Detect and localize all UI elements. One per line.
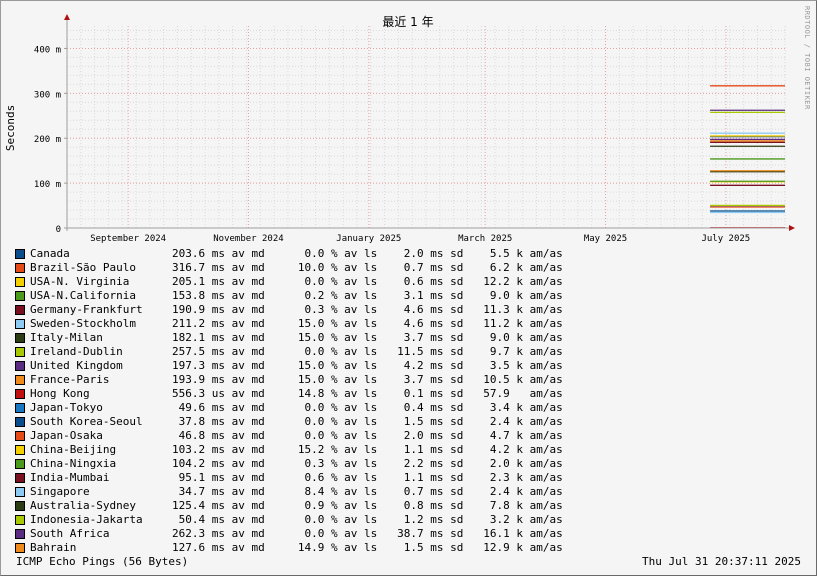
legend-series-stats: 257.5 ms av md 0.0 % av ls 11.5 ms sd 9.… bbox=[172, 345, 563, 358]
legend-series-name: Indonesia-Jakarta bbox=[30, 513, 143, 526]
y-tick-label: 0 bbox=[56, 225, 61, 235]
legend-series-name: Sweden-Stockholm bbox=[30, 317, 136, 330]
legend-series-name: Hong Kong bbox=[30, 387, 90, 400]
legend-series-name: Japan-Tokyo bbox=[30, 401, 103, 414]
legend-swatch bbox=[15, 431, 25, 441]
legend-series-name: Singapore bbox=[30, 485, 90, 498]
y-tick-label: 300 m bbox=[34, 90, 61, 100]
footer-timestamp: Thu Jul 31 20:37:11 2025 bbox=[642, 555, 801, 568]
legend-series-stats: 125.4 ms av md 0.9 % av ls 0.8 ms sd 7.8… bbox=[172, 499, 563, 512]
x-axis-arrow bbox=[789, 225, 795, 231]
y-axis-ticks: 0 100 m 200 m 300 m 400 m bbox=[34, 45, 67, 235]
legend-series-name: Australia-Sydney bbox=[30, 499, 136, 512]
x-axis-ticks: September 2024 November 2024 January 2025 M… bbox=[90, 234, 750, 244]
legend-series-name: Italy-Milan bbox=[30, 331, 103, 344]
legend-series-name: USA-N. Virginia bbox=[30, 275, 130, 288]
legend-series-name: United Kingdom bbox=[30, 359, 123, 372]
legend-swatch bbox=[15, 305, 25, 315]
legend-swatch bbox=[15, 249, 25, 259]
legend-series-name: South Africa bbox=[30, 527, 110, 540]
grid-major bbox=[67, 26, 787, 228]
x-tick-label: March 2025 bbox=[458, 234, 512, 244]
legend-swatch bbox=[15, 403, 25, 413]
legend-series-stats: 153.8 ms av md 0.2 % av ls 3.1 ms sd 9.0… bbox=[172, 289, 563, 302]
legend-series-stats: 127.6 ms av md 14.9 % av ls 1.5 ms sd 12… bbox=[172, 541, 563, 554]
footer-description: ICMP Echo Pings (56 Bytes) bbox=[16, 555, 189, 568]
legend-series-name: France-Paris bbox=[30, 373, 110, 386]
legend-series-stats: 46.8 ms av md 0.0 % av ls 2.0 ms sd 4.7 … bbox=[172, 429, 563, 442]
legend-series-name: USA-N.California bbox=[30, 289, 136, 302]
legend-swatch bbox=[15, 459, 25, 469]
legend-series-stats: 193.9 ms av md 15.0 % av ls 3.7 ms sd 10… bbox=[172, 373, 563, 386]
legend-series-stats: 37.8 ms av md 0.0 % av ls 1.5 ms sd 2.4 … bbox=[172, 415, 563, 428]
series-lines bbox=[710, 85, 785, 229]
legend-series-name: Bahrain bbox=[30, 541, 77, 554]
legend-swatch bbox=[15, 333, 25, 343]
legend-swatch bbox=[15, 543, 25, 553]
legend-series-stats: 203.6 ms av md 0.0 % av ls 2.0 ms sd 5.5… bbox=[172, 247, 563, 260]
legend-series-stats: 182.1 ms av md 15.0 % av ls 3.7 ms sd 9.… bbox=[172, 331, 563, 344]
legend-swatch bbox=[15, 487, 25, 497]
legend-series-stats: 211.2 ms av md 15.0 % av ls 4.6 ms sd 11… bbox=[172, 317, 563, 330]
legend-series-stats: 49.6 ms av md 0.0 % av ls 0.4 ms sd 3.4 … bbox=[172, 401, 563, 414]
x-tick-label: November 2024 bbox=[213, 234, 283, 244]
legend-series-stats: 103.2 ms av md 15.2 % av ls 1.1 ms sd 4.… bbox=[172, 443, 563, 456]
legend-series-name: China-Ningxia bbox=[30, 457, 117, 470]
legend-swatch bbox=[15, 501, 25, 511]
legend-swatch bbox=[15, 375, 25, 385]
legend-series-stats: 262.3 ms av md 0.0 % av ls 38.7 ms sd 16… bbox=[172, 527, 563, 540]
axes bbox=[64, 14, 795, 231]
grid-minor bbox=[66, 26, 787, 228]
legend-series-stats: 556.3 us av md 14.8 % av ls 0.1 ms sd 57… bbox=[172, 387, 563, 400]
rrdtool-watermark: RRDTOOL / TOBI OETIKER bbox=[803, 6, 811, 110]
x-tick-label: July 2025 bbox=[701, 234, 750, 244]
legend-swatch bbox=[15, 277, 25, 287]
legend-series-stats: 205.1 ms av md 0.0 % av ls 0.6 ms sd 12.… bbox=[172, 275, 563, 288]
legend-series-name: South Korea-Seoul bbox=[30, 415, 143, 428]
legend-series-name: Japan-Osaka bbox=[30, 429, 103, 442]
y-axis-label: Seconds bbox=[4, 105, 17, 151]
y-tick-label: 200 m bbox=[34, 135, 61, 145]
legend-swatch bbox=[15, 347, 25, 357]
legend-series-name: India-Mumbai bbox=[30, 471, 110, 484]
legend-swatch bbox=[15, 529, 25, 539]
legend-series-stats: 50.4 ms av md 0.0 % av ls 1.2 ms sd 3.2 … bbox=[172, 513, 563, 526]
legend-swatch bbox=[15, 445, 25, 455]
legend-series-name: China-Beijing bbox=[30, 443, 117, 456]
y-tick-label: 400 m bbox=[34, 45, 61, 55]
legend-swatch bbox=[15, 515, 25, 525]
legend-series-stats: 190.9 ms av md 0.3 % av ls 4.6 ms sd 11.… bbox=[172, 303, 563, 316]
x-tick-label: September 2024 bbox=[90, 234, 166, 244]
x-tick-label: January 2025 bbox=[336, 234, 401, 244]
x-tick-label: May 2025 bbox=[584, 234, 627, 244]
legend-series-stats: 95.1 ms av md 0.6 % av ls 1.1 ms sd 2.3 … bbox=[172, 471, 563, 484]
legend-series-name: Canada bbox=[30, 247, 70, 260]
legend-swatch bbox=[15, 361, 25, 371]
chart-title: 最近 1 年 bbox=[382, 15, 433, 29]
legend-series-name: Brazil-São Paulo bbox=[30, 261, 136, 274]
y-axis-arrow bbox=[64, 14, 70, 20]
legend-swatch bbox=[15, 417, 25, 427]
y-tick-label: 100 m bbox=[34, 180, 61, 190]
legend-series-stats: 34.7 ms av md 8.4 % av ls 0.7 ms sd 2.4 … bbox=[172, 485, 563, 498]
legend-series-stats: 104.2 ms av md 0.3 % av ls 2.2 ms sd 2.0… bbox=[172, 457, 563, 470]
legend-swatch bbox=[15, 291, 25, 301]
legend-series-stats: 316.7 ms av md 10.0 % av ls 0.7 ms sd 6.… bbox=[172, 261, 563, 274]
legend-swatch bbox=[15, 473, 25, 483]
legend-swatch bbox=[15, 319, 25, 329]
legend-swatch bbox=[15, 389, 25, 399]
legend-series-name: Germany-Frankfurt bbox=[30, 303, 143, 316]
legend-series-stats: 197.3 ms av md 15.0 % av ls 4.2 ms sd 3.… bbox=[172, 359, 563, 372]
latency-chart: 0 100 m 200 m 300 m 400 m September 2024 Nove… bbox=[4, 14, 795, 244]
legend-series-name: Ireland-Dublin bbox=[30, 345, 123, 358]
legend-swatch bbox=[15, 263, 25, 273]
